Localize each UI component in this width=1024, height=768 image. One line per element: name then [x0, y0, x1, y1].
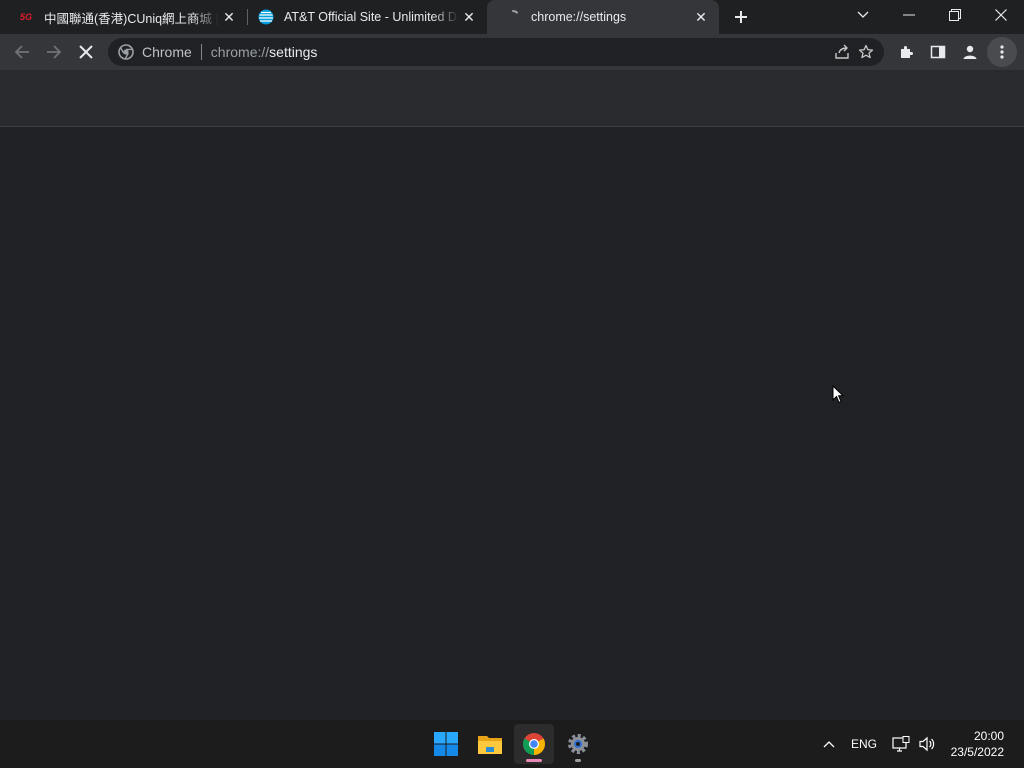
- volume-icon[interactable]: [914, 720, 940, 768]
- tab-title: AT&T Official Site - Unlimited Data: [284, 10, 459, 24]
- language-indicator[interactable]: ENG: [846, 720, 882, 768]
- side-panel-button[interactable]: [923, 37, 953, 67]
- chrome-color-icon: [523, 733, 545, 755]
- clock-date: 23/5/2022: [950, 745, 1004, 759]
- more-vert-icon: [1000, 45, 1004, 59]
- tab-cuniq[interactable]: 5G 中國聯通(香港)CUniq網上商城 | 全 ✕: [0, 0, 247, 34]
- plus-icon: [735, 11, 747, 23]
- share-icon[interactable]: [834, 44, 850, 65]
- profile-button[interactable]: [955, 37, 985, 67]
- url-host: settings: [269, 44, 318, 60]
- file-explorer-button[interactable]: [470, 724, 510, 764]
- toolbar: Chrome chrome://settings: [0, 34, 1024, 70]
- url-scheme: chrome://: [210, 44, 270, 60]
- minimize-button[interactable]: [886, 0, 932, 30]
- omnibox-divider: [200, 44, 202, 60]
- clock-time: 20:00: [973, 729, 1004, 743]
- taskbar: ENG 20:00 23/5/2022: [0, 720, 1024, 768]
- browser-window: 5G 中國聯通(香港)CUniq網上商城 | 全 ✕ AT&T Official…: [0, 0, 1024, 768]
- tab-close-icon[interactable]: ✕: [219, 7, 239, 27]
- start-button[interactable]: [426, 724, 466, 764]
- 5g-logo-icon: 5G: [19, 12, 32, 22]
- active-app-indicator: [526, 759, 542, 762]
- tab-close-icon[interactable]: ✕: [459, 7, 479, 27]
- forward-button[interactable]: [39, 37, 69, 67]
- menu-button[interactable]: [987, 37, 1017, 67]
- arrow-left-icon: [14, 45, 29, 59]
- windows-logo-icon: [434, 732, 458, 756]
- network-icon[interactable]: [888, 720, 914, 768]
- extensions-button[interactable]: [891, 37, 921, 67]
- show-hidden-icons-button[interactable]: [816, 720, 842, 768]
- omnibox-chip-label: Chrome: [142, 44, 192, 60]
- back-button[interactable]: [7, 37, 37, 67]
- puzzle-icon: [901, 46, 913, 58]
- tab-title: 中國聯通(香港)CUniq網上商城 | 全: [44, 11, 219, 26]
- close-window-button[interactable]: [978, 0, 1024, 30]
- chrome-logo-icon: [118, 44, 134, 60]
- folder-icon: [478, 736, 502, 754]
- tab-settings[interactable]: chrome://settings ✕: [487, 0, 719, 34]
- close-icon: [995, 9, 1007, 21]
- system-clock[interactable]: 20:00 23/5/2022: [951, 728, 1004, 760]
- settings-taskbar-button[interactable]: [558, 724, 598, 764]
- omnibox-url[interactable]: chrome://settings: [211, 44, 318, 60]
- chevron-up-icon: [823, 741, 835, 748]
- tab-att[interactable]: AT&T Official Site - Unlimited Data ✕: [240, 0, 487, 34]
- att-globe-icon: [258, 9, 274, 25]
- chevron-down-icon: [857, 11, 869, 18]
- omnibox-chip[interactable]: Chrome: [118, 44, 192, 60]
- new-tab-button[interactable]: [729, 5, 753, 29]
- side-panel-icon: [930, 45, 946, 59]
- bookmark-star-icon[interactable]: [858, 44, 874, 65]
- tab-search-button[interactable]: [840, 0, 886, 30]
- settings-header-bar: [0, 70, 1024, 127]
- restore-button[interactable]: [932, 0, 978, 30]
- loading-spinner-icon: [505, 9, 521, 25]
- omnibox[interactable]: Chrome chrome://settings: [108, 38, 884, 66]
- running-app-indicator: [575, 759, 581, 762]
- minimize-icon: [903, 14, 915, 16]
- person-icon: [963, 45, 977, 59]
- restore-icon: [949, 9, 961, 21]
- arrow-right-icon: [47, 45, 62, 59]
- chrome-taskbar-button[interactable]: [514, 724, 554, 764]
- mouse-cursor-icon: [832, 384, 845, 409]
- stop-x-icon: [79, 45, 93, 59]
- stop-button[interactable]: [71, 37, 101, 67]
- page-content: [0, 128, 1024, 720]
- tab-strip: 5G 中國聯通(香港)CUniq網上商城 | 全 ✕ AT&T Official…: [0, 0, 1024, 34]
- tab-title: chrome://settings: [531, 10, 627, 24]
- tab-close-icon[interactable]: ✕: [691, 7, 711, 27]
- settings-gear-icon: [568, 734, 588, 754]
